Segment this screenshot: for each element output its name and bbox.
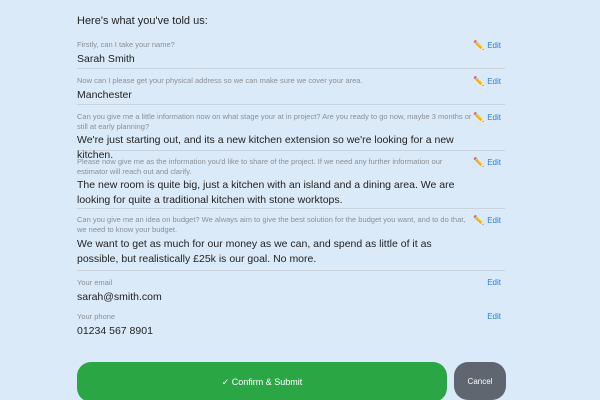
- intro-heading: Here's what you've told us:: [77, 15, 208, 27]
- summary-item-budget: Can you give me an idea on budget? We al…: [77, 215, 505, 271]
- summary-item-name: Firstly, can I take your name? Sarah Smi…: [77, 40, 505, 69]
- edit-button[interactable]: ✏️ Edit: [473, 215, 501, 226]
- pencil-icon: ✏️: [472, 40, 485, 50]
- pencil-icon: ✏️: [472, 112, 485, 122]
- email-label: Your email: [77, 278, 113, 287]
- summary-item-address: Now can I please get your physical addre…: [77, 76, 505, 105]
- answer-text: Sarah Smith: [77, 53, 135, 65]
- answer-text: We want to get as much for our money as …: [77, 238, 432, 265]
- question-text: Can you give me an idea on budget? We al…: [77, 215, 466, 234]
- cancel-button[interactable]: Cancel: [454, 362, 506, 400]
- phone-label: Your phone: [77, 312, 116, 321]
- edit-email-button[interactable]: Edit: [487, 278, 501, 287]
- summary-item-phone: Your phone 01234 567 8901 Edit: [77, 312, 505, 338]
- answer-text: Manchester: [77, 89, 132, 101]
- edit-button[interactable]: ✏️ Edit: [473, 112, 501, 123]
- email-value: sarah@smith.com: [77, 291, 162, 303]
- edit-label: Edit: [487, 77, 501, 86]
- edit-label: Edit: [487, 158, 501, 167]
- edit-label: Edit: [487, 216, 501, 225]
- summary-item-stage: Can you give me a little information now…: [77, 112, 505, 161]
- summary-item-email: Your email sarah@smith.com Edit: [77, 278, 505, 304]
- question-text: Can you give me a little information now…: [77, 112, 472, 131]
- question-text: Firstly, can I take your name?: [77, 40, 175, 49]
- edit-button[interactable]: ✏️ Edit: [473, 40, 501, 51]
- edit-button[interactable]: ✏️ Edit: [473, 157, 501, 168]
- edit-label: Edit: [487, 113, 501, 122]
- phone-value: 01234 567 8901: [77, 325, 153, 337]
- pencil-icon: ✏️: [472, 76, 485, 86]
- pencil-icon: ✏️: [472, 157, 485, 167]
- question-text: Now can I please get your physical addre…: [77, 76, 363, 85]
- edit-label: Edit: [487, 41, 501, 50]
- edit-phone-button[interactable]: Edit: [487, 312, 501, 321]
- pencil-icon: ✏️: [472, 215, 485, 225]
- answer-text: The new room is quite big, just a kitche…: [77, 179, 455, 206]
- edit-button[interactable]: ✏️ Edit: [473, 76, 501, 87]
- summary-item-details: Please now give me as the information yo…: [77, 157, 505, 209]
- question-text: Please now give me as the information yo…: [77, 157, 443, 176]
- edit-label: Edit: [487, 312, 501, 321]
- confirm-submit-button[interactable]: ✓ Confirm & Submit: [77, 362, 447, 400]
- edit-label: Edit: [487, 278, 501, 287]
